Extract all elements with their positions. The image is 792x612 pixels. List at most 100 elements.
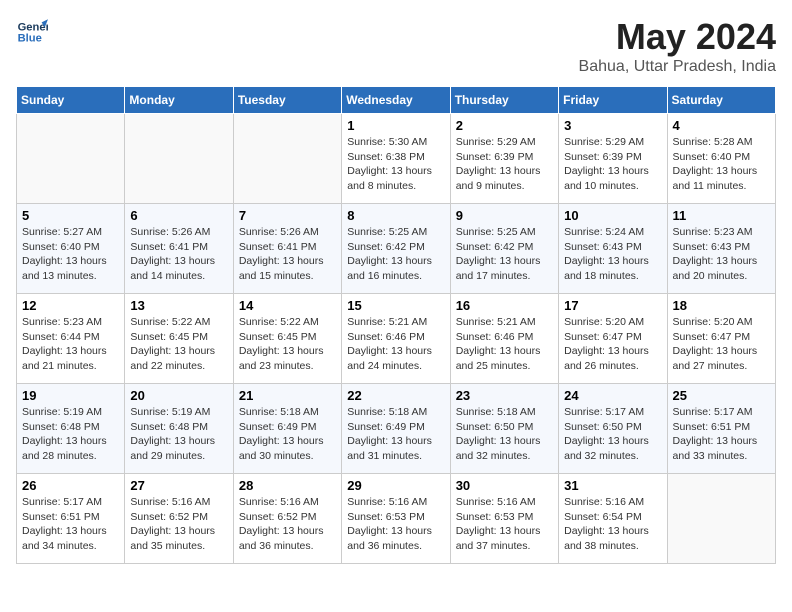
day-info: Sunrise: 5:16 AM Sunset: 6:52 PM Dayligh… — [239, 495, 336, 554]
calendar-cell: 26 Sunrise: 5:17 AM Sunset: 6:51 PM Dayli… — [17, 474, 125, 564]
day-info: Sunrise: 5:20 AM Sunset: 6:47 PM Dayligh… — [564, 315, 661, 374]
calendar-cell: 7 Sunrise: 5:26 AM Sunset: 6:41 PM Daylig… — [233, 204, 341, 294]
weekday-thursday: Thursday — [450, 87, 558, 114]
weekday-sunday: Sunday — [17, 87, 125, 114]
day-number: 27 — [130, 478, 227, 493]
calendar-cell: 27 Sunrise: 5:16 AM Sunset: 6:52 PM Dayli… — [125, 474, 233, 564]
day-info: Sunrise: 5:30 AM Sunset: 6:38 PM Dayligh… — [347, 135, 444, 194]
calendar-cell: 11Sunrise: 5:23 AM Sunset: 6:43 PM Dayli… — [667, 204, 775, 294]
weekday-tuesday: Tuesday — [233, 87, 341, 114]
day-number: 9 — [456, 208, 553, 223]
calendar-cell: 16 Sunrise: 5:21 AM Sunset: 6:46 PM Dayli… — [450, 294, 558, 384]
day-number: 1 — [347, 118, 444, 133]
logo: General Blue — [16, 16, 48, 48]
day-info: Sunrise: 5:22 AM Sunset: 6:45 PM Dayligh… — [239, 315, 336, 374]
calendar-body: 1 Sunrise: 5:30 AM Sunset: 6:38 PM Daylig… — [17, 114, 776, 564]
week-row-5: 26 Sunrise: 5:17 AM Sunset: 6:51 PM Dayli… — [17, 474, 776, 564]
day-number: 31 — [564, 478, 661, 493]
calendar-cell: 2 Sunrise: 5:29 AM Sunset: 6:39 PM Daylig… — [450, 114, 558, 204]
calendar-cell: 6 Sunrise: 5:26 AM Sunset: 6:41 PM Daylig… — [125, 204, 233, 294]
calendar-cell: 21Sunrise: 5:18 AM Sunset: 6:49 PM Dayli… — [233, 384, 341, 474]
day-number: 5 — [22, 208, 119, 223]
svg-text:Blue: Blue — [18, 33, 42, 45]
day-number: 13 — [130, 298, 227, 313]
day-info: Sunrise: 5:16 AM Sunset: 6:53 PM Dayligh… — [456, 495, 553, 554]
day-info: Sunrise: 5:17 AM Sunset: 6:51 PM Dayligh… — [22, 495, 119, 554]
calendar-cell — [233, 114, 341, 204]
day-info: Sunrise: 5:17 AM Sunset: 6:50 PM Dayligh… — [564, 405, 661, 464]
week-row-1: 1 Sunrise: 5:30 AM Sunset: 6:38 PM Daylig… — [17, 114, 776, 204]
day-number: 11 — [673, 208, 770, 223]
calendar-cell — [17, 114, 125, 204]
calendar-cell: 17 Sunrise: 5:20 AM Sunset: 6:47 PM Dayli… — [559, 294, 667, 384]
calendar-cell: 28 Sunrise: 5:16 AM Sunset: 6:52 PM Dayli… — [233, 474, 341, 564]
calendar-cell: 18Sunrise: 5:20 AM Sunset: 6:47 PM Dayli… — [667, 294, 775, 384]
day-info: Sunrise: 5:25 AM Sunset: 6:42 PM Dayligh… — [456, 225, 553, 284]
day-info: Sunrise: 5:24 AM Sunset: 6:43 PM Dayligh… — [564, 225, 661, 284]
calendar-cell: 14Sunrise: 5:22 AM Sunset: 6:45 PM Dayli… — [233, 294, 341, 384]
day-info: Sunrise: 5:27 AM Sunset: 6:40 PM Dayligh… — [22, 225, 119, 284]
day-number: 17 — [564, 298, 661, 313]
logo-icon: General Blue — [16, 16, 48, 48]
day-number: 18 — [673, 298, 770, 313]
day-number: 7 — [239, 208, 336, 223]
calendar-cell: 22Sunrise: 5:18 AM Sunset: 6:49 PM Dayli… — [342, 384, 450, 474]
calendar-cell: 8 Sunrise: 5:25 AM Sunset: 6:42 PM Daylig… — [342, 204, 450, 294]
day-info: Sunrise: 5:29 AM Sunset: 6:39 PM Dayligh… — [456, 135, 553, 194]
day-number: 8 — [347, 208, 444, 223]
location-title: Bahua, Uttar Pradesh, India — [579, 58, 776, 76]
day-info: Sunrise: 5:17 AM Sunset: 6:51 PM Dayligh… — [673, 405, 770, 464]
day-info: Sunrise: 5:21 AM Sunset: 6:46 PM Dayligh… — [456, 315, 553, 374]
day-number: 6 — [130, 208, 227, 223]
week-row-2: 5 Sunrise: 5:27 AM Sunset: 6:40 PM Daylig… — [17, 204, 776, 294]
day-number: 25 — [673, 388, 770, 403]
calendar-cell: 5 Sunrise: 5:27 AM Sunset: 6:40 PM Daylig… — [17, 204, 125, 294]
day-number: 21 — [239, 388, 336, 403]
day-info: Sunrise: 5:28 AM Sunset: 6:40 PM Dayligh… — [673, 135, 770, 194]
day-info: Sunrise: 5:26 AM Sunset: 6:41 PM Dayligh… — [239, 225, 336, 284]
weekday-header-row: SundayMondayTuesdayWednesdayThursdayFrid… — [17, 87, 776, 114]
day-info: Sunrise: 5:23 AM Sunset: 6:44 PM Dayligh… — [22, 315, 119, 374]
calendar-cell: 13 Sunrise: 5:22 AM Sunset: 6:45 PM Dayli… — [125, 294, 233, 384]
calendar-cell: 31 Sunrise: 5:16 AM Sunset: 6:54 PM Dayli… — [559, 474, 667, 564]
day-info: Sunrise: 5:21 AM Sunset: 6:46 PM Dayligh… — [347, 315, 444, 374]
weekday-saturday: Saturday — [667, 87, 775, 114]
day-number: 15 — [347, 298, 444, 313]
day-number: 26 — [22, 478, 119, 493]
day-number: 29 — [347, 478, 444, 493]
day-info: Sunrise: 5:19 AM Sunset: 6:48 PM Dayligh… — [130, 405, 227, 464]
week-row-3: 12 Sunrise: 5:23 AM Sunset: 6:44 PM Dayli… — [17, 294, 776, 384]
day-number: 30 — [456, 478, 553, 493]
page-header: General Blue May 2024 Bahua, Uttar Prade… — [16, 16, 776, 76]
day-info: Sunrise: 5:26 AM Sunset: 6:41 PM Dayligh… — [130, 225, 227, 284]
calendar-cell: 23Sunrise: 5:18 AM Sunset: 6:50 PM Dayli… — [450, 384, 558, 474]
calendar-cell: 20Sunrise: 5:19 AM Sunset: 6:48 PM Dayli… — [125, 384, 233, 474]
day-number: 4 — [673, 118, 770, 133]
calendar-cell: 30 Sunrise: 5:16 AM Sunset: 6:53 PM Dayli… — [450, 474, 558, 564]
day-number: 19 — [22, 388, 119, 403]
day-number: 16 — [456, 298, 553, 313]
calendar-cell — [125, 114, 233, 204]
calendar-cell: 29 Sunrise: 5:16 AM Sunset: 6:53 PM Dayli… — [342, 474, 450, 564]
weekday-friday: Friday — [559, 87, 667, 114]
day-info: Sunrise: 5:16 AM Sunset: 6:52 PM Dayligh… — [130, 495, 227, 554]
weekday-monday: Monday — [125, 87, 233, 114]
day-number: 10 — [564, 208, 661, 223]
day-number: 24 — [564, 388, 661, 403]
title-area: May 2024 Bahua, Uttar Pradesh, India — [579, 16, 776, 76]
calendar-table: SundayMondayTuesdayWednesdayThursdayFrid… — [16, 86, 776, 564]
day-number: 2 — [456, 118, 553, 133]
day-info: Sunrise: 5:22 AM Sunset: 6:45 PM Dayligh… — [130, 315, 227, 374]
calendar-cell: 3Sunrise: 5:29 AM Sunset: 6:39 PM Daylig… — [559, 114, 667, 204]
calendar-cell: 25 Sunrise: 5:17 AM Sunset: 6:51 PM Dayli… — [667, 384, 775, 474]
day-number: 22 — [347, 388, 444, 403]
calendar-cell: 12 Sunrise: 5:23 AM Sunset: 6:44 PM Dayli… — [17, 294, 125, 384]
day-info: Sunrise: 5:25 AM Sunset: 6:42 PM Dayligh… — [347, 225, 444, 284]
day-number: 12 — [22, 298, 119, 313]
day-number: 28 — [239, 478, 336, 493]
day-info: Sunrise: 5:16 AM Sunset: 6:53 PM Dayligh… — [347, 495, 444, 554]
calendar-cell: 9 Sunrise: 5:25 AM Sunset: 6:42 PM Daylig… — [450, 204, 558, 294]
calendar-cell: 1 Sunrise: 5:30 AM Sunset: 6:38 PM Daylig… — [342, 114, 450, 204]
calendar-cell: 10 Sunrise: 5:24 AM Sunset: 6:43 PM Dayli… — [559, 204, 667, 294]
day-info: Sunrise: 5:16 AM Sunset: 6:54 PM Dayligh… — [564, 495, 661, 554]
